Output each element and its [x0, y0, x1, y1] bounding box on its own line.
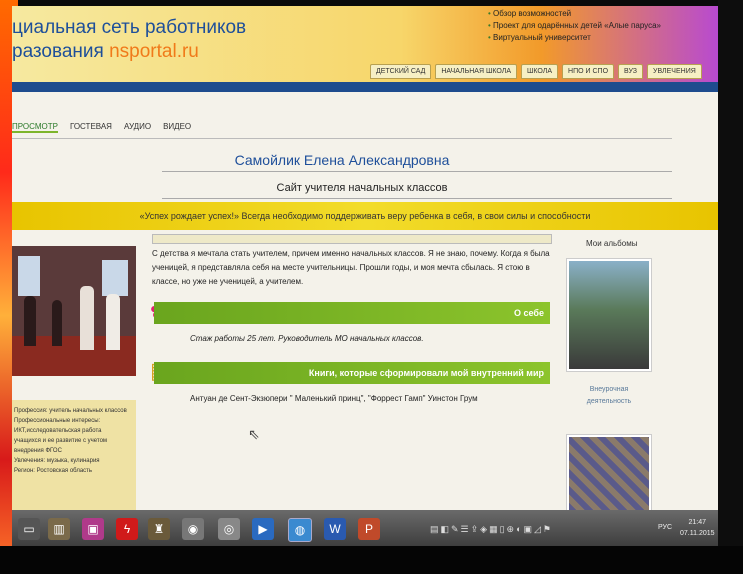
- monitor-bezel-right: [718, 0, 743, 546]
- browser-icon[interactable]: ◍: [288, 518, 312, 542]
- tab-university[interactable]: ВУЗ: [618, 64, 643, 79]
- game-app-icon[interactable]: ♜: [148, 518, 170, 540]
- tab-view[interactable]: ПРОСМОТР: [12, 122, 58, 133]
- presentation-app-icon[interactable]: P: [358, 518, 380, 540]
- clock-time: 21:47: [688, 519, 707, 526]
- browser-viewport: циальная сеть работников разования nspor…: [12, 6, 718, 546]
- media-app-icon[interactable]: ▣: [82, 518, 104, 540]
- promo-link-virtual-university[interactable]: Виртуальный университет: [488, 32, 661, 44]
- profile-profession: Профессия: учитель начальных классов: [14, 408, 127, 414]
- monitor-bezel-bottom: [0, 546, 743, 574]
- show-desktop-icon[interactable]: ▭: [18, 518, 40, 540]
- quote-text: «Успех рождает успех!» Всегда необходимо…: [139, 211, 591, 221]
- photo-figure: [106, 294, 120, 350]
- section-books-text: Антуан де Сент-Экзюпери " Маленький прин…: [190, 394, 478, 403]
- site-title[interactable]: циальная сеть работников разования nspor…: [12, 16, 246, 64]
- photo-figure: [52, 300, 62, 346]
- media-player-icon[interactable]: ▶: [252, 518, 274, 540]
- tab-hobbies[interactable]: УВЛЕЧЕНИЯ: [647, 64, 702, 79]
- promo-link-scarlet-sails[interactable]: Проект для одарённых детей «Алые паруса»: [488, 20, 661, 32]
- flash-app-icon[interactable]: ϟ: [116, 518, 138, 540]
- windows-taskbar: ▭ ▥ ▣ ϟ ♜ ◉ ◎ ▶ ◍ W P ▤◧✎☰⇪◈▦▯⊕◐▣◿⚑ РУС …: [12, 510, 718, 546]
- promo-link-overview[interactable]: Обзор возможностей: [488, 8, 661, 20]
- tab-vocational[interactable]: НПО И СПО: [562, 64, 615, 79]
- disc-app-icon[interactable]: ◎: [218, 518, 240, 540]
- tab-school[interactable]: ШКОЛА: [521, 64, 559, 79]
- clock-date: 07.11.2015: [680, 530, 715, 537]
- album-thumbnail[interactable]: [566, 258, 652, 372]
- profile-photo[interactable]: [12, 246, 136, 376]
- album-thumbnail[interactable]: [566, 434, 652, 514]
- mouse-cursor-icon: ⇖: [248, 426, 260, 442]
- album-image: [569, 261, 649, 369]
- tab-kindergarten[interactable]: ДЕТСКИЙ САД: [370, 64, 432, 79]
- section-books-title: Книги, которые сформировали мой внутренн…: [308, 368, 544, 378]
- page-tabs: ПРОСМОТР ГОСТЕВАЯ АУДИО ВИДЕО: [12, 122, 191, 133]
- profile-interests-label: Профессиональные интересы:: [14, 418, 101, 424]
- section-books-header: Книги, которые сформировали мой внутренн…: [154, 362, 550, 384]
- photo-figure: [24, 296, 36, 346]
- profile-region: Регион: Ростовская область: [14, 468, 93, 474]
- album-caption[interactable]: Внеурочная деятельность: [566, 384, 652, 408]
- page-title: Самойлик Елена Александровна: [234, 152, 450, 168]
- album-caption-line: Внеурочная: [589, 386, 629, 393]
- divider: [162, 198, 672, 199]
- education-level-tabs: ДЕТСКИЙ САД НАЧАЛЬНАЯ ШКОЛА ШКОЛА НПО И …: [370, 64, 702, 79]
- header-stripe: [12, 82, 718, 92]
- tab-guestbook[interactable]: ГОСТЕВАЯ: [70, 122, 112, 133]
- profile-interests-line: ИКТ,исследовательская работа: [14, 428, 102, 434]
- tab-audio[interactable]: АУДИО: [124, 122, 151, 133]
- section-about-header: О себе: [154, 302, 550, 324]
- tab-video[interactable]: ВИДЕО: [163, 122, 191, 133]
- section-about-title: О себе: [514, 308, 544, 318]
- divider: [12, 138, 672, 139]
- profile-info-box: Профессия: учитель начальных классов Про…: [12, 400, 136, 510]
- page-subtitle: Сайт учителя начальных классов: [276, 182, 448, 194]
- profile-interests-line: внедрения ФГОС: [14, 448, 62, 454]
- divider: [162, 171, 672, 172]
- system-tray-icons[interactable]: ▤◧✎☰⇪◈▦▯⊕◐▣◿⚑: [430, 524, 553, 535]
- albums-title: Мои альбомы: [586, 239, 638, 248]
- site-domain: nsportal.ru: [109, 41, 199, 62]
- album-caption-line: деятельность: [586, 398, 632, 405]
- promo-links: Обзор возможностей Проект для одарённых …: [488, 8, 661, 44]
- profile-hobbies: Увлечения: музыка, кулинария: [14, 458, 100, 464]
- site-header: циальная сеть работников разования nspor…: [12, 6, 718, 86]
- site-title-prefix: разования: [12, 41, 110, 62]
- quote-banner: «Успех рождает успех!» Всегда необходимо…: [12, 202, 718, 230]
- photo-window: [102, 260, 128, 296]
- photo-figure: [80, 286, 94, 350]
- section-about-text: Стаж работы 25 лет. Руководитель МО нача…: [190, 334, 424, 343]
- album-image: [569, 437, 649, 511]
- language-indicator[interactable]: РУС: [658, 524, 672, 531]
- taskbar-clock[interactable]: 21:47 07.11.2015: [680, 517, 715, 539]
- explorer-icon[interactable]: ▥: [48, 518, 70, 540]
- intro-box-top: [152, 234, 552, 244]
- profile-interests-line: учащихся и ее развитие с учетом: [14, 438, 108, 444]
- photo-window: [18, 256, 40, 296]
- tab-primary-school[interactable]: НАЧАЛЬНАЯ ШКОЛА: [435, 64, 517, 79]
- speaker-app-icon[interactable]: ◉: [182, 518, 204, 540]
- intro-paragraph: С детства я мечтала стать учителем, прич…: [152, 249, 550, 286]
- word-app-icon[interactable]: W: [324, 518, 346, 540]
- site-title-line1: циальная сеть работников: [12, 17, 247, 38]
